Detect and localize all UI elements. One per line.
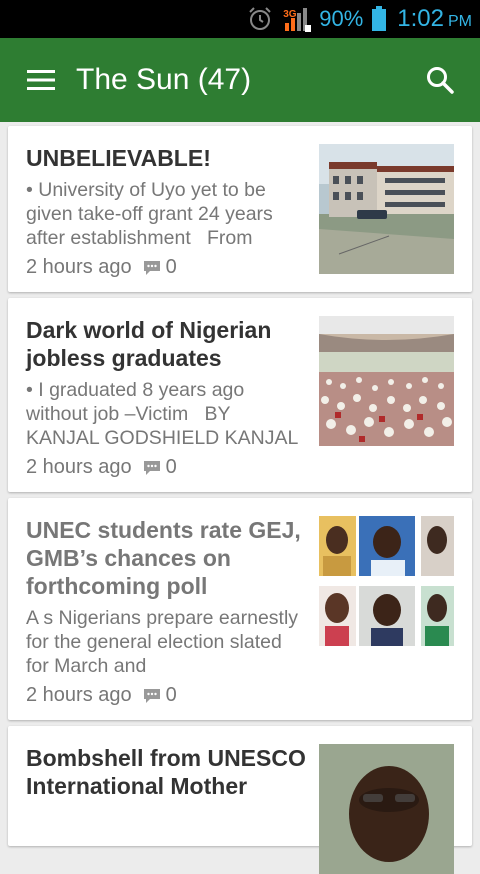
article-headline: Dark world of Nigerian jobless graduates bbox=[26, 317, 272, 371]
app-bar: The Sun (47) bbox=[0, 38, 480, 122]
battery-icon bbox=[371, 6, 387, 32]
article-time: 2 hours ago bbox=[26, 456, 132, 478]
article-time: 2 hours ago bbox=[26, 256, 132, 278]
comment-count: 0 bbox=[165, 456, 177, 478]
article-excerpt: A s Nigerians prepare earnestly for the … bbox=[26, 607, 304, 677]
article-meta: 2 hours ago 0 bbox=[26, 684, 177, 707]
article-thumbnail bbox=[319, 316, 454, 446]
article-headline: UNEC students rate GEJ, GMB’s chances on… bbox=[26, 517, 301, 599]
signal-icon: 3G bbox=[281, 5, 312, 33]
article-time: 2 hours ago bbox=[26, 684, 132, 706]
article-card[interactable]: Dark world of Nigerian jobless graduates… bbox=[8, 298, 472, 492]
comment-count: 0 bbox=[165, 256, 177, 278]
article-text: Bombshell from UNESCO International Moth… bbox=[26, 744, 308, 800]
article-text: UNBELIEVABLE! • University of Uyo yet to… bbox=[26, 144, 308, 250]
alarm-icon bbox=[247, 6, 273, 32]
article-thumbnail bbox=[319, 144, 454, 274]
comment-count: 0 bbox=[165, 684, 177, 706]
article-meta: 2 hours ago 0 bbox=[26, 456, 177, 479]
article-headline: Bombshell from UNESCO International Moth… bbox=[26, 745, 306, 799]
article-thumbnail bbox=[319, 516, 454, 646]
article-meta: 2 hours ago 0 bbox=[26, 256, 177, 279]
clock-time: 1:02 bbox=[397, 5, 444, 32]
search-button[interactable] bbox=[412, 52, 468, 108]
article-card[interactable]: UNBELIEVABLE! • University of Uyo yet to… bbox=[8, 126, 472, 292]
article-text: Dark world of Nigerian jobless graduates… bbox=[26, 316, 308, 450]
status-bar: 3G 90% 1:02 PM bbox=[0, 0, 480, 38]
article-card[interactable]: Bombshell from UNESCO International Moth… bbox=[8, 726, 472, 874]
menu-button[interactable] bbox=[14, 52, 70, 108]
menu-icon bbox=[27, 70, 55, 90]
app-title: The Sun (47) bbox=[76, 63, 252, 96]
article-headline: UNBELIEVABLE! bbox=[26, 145, 211, 171]
clock-ampm: PM bbox=[448, 13, 472, 30]
battery-percent: 90% bbox=[319, 6, 364, 31]
article-excerpt: • University of Uyo yet to be given take… bbox=[26, 179, 279, 249]
comment-icon bbox=[142, 459, 162, 477]
comment-icon bbox=[142, 259, 162, 277]
comment-icon bbox=[142, 687, 162, 705]
search-icon bbox=[427, 67, 454, 94]
article-card[interactable]: UNEC students rate GEJ, GMB’s chances on… bbox=[8, 498, 472, 720]
article-thumbnail bbox=[319, 744, 454, 874]
network-type: 3G bbox=[283, 9, 297, 20]
article-excerpt: • I graduated 8 years ago without job –V… bbox=[26, 379, 299, 449]
article-text: UNEC students rate GEJ, GMB’s chances on… bbox=[26, 516, 308, 678]
